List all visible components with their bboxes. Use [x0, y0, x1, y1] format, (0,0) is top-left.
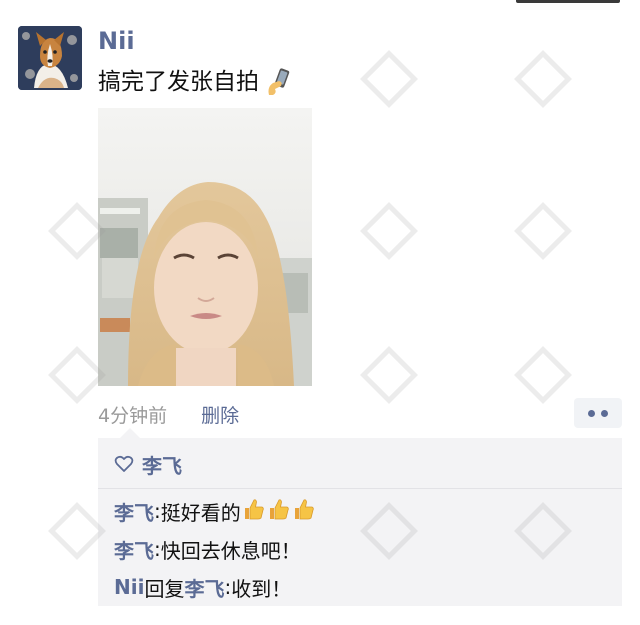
- more-dots-icon: [588, 409, 595, 417]
- post-text-row: 搞完了发张自拍: [98, 66, 293, 98]
- avatar[interactable]: [18, 26, 82, 90]
- heart-icon: [114, 455, 134, 472]
- comment-item[interactable]: Nii 回复 李飞 : 收到！: [114, 568, 612, 606]
- watermark-diamond-icon: [514, 50, 572, 108]
- comment-author[interactable]: Nii: [114, 575, 144, 599]
- liker-name[interactable]: 李飞: [142, 450, 182, 479]
- comment-text: 收到！: [231, 576, 292, 601]
- watermark-diamond-icon: [514, 346, 572, 404]
- comment-separator: :: [154, 499, 161, 523]
- selfie-photo-image: [98, 108, 312, 386]
- likes-row: 李飞: [114, 448, 182, 480]
- post-timestamp: 4分钟前: [98, 404, 168, 427]
- thumbs-up-emoji-icon: [294, 498, 314, 519]
- comment-author[interactable]: 李飞: [114, 497, 154, 526]
- comment-separator: :: [224, 575, 232, 599]
- comment-separator: :: [154, 537, 161, 561]
- comment-author[interactable]: 李飞: [114, 535, 154, 564]
- watermark-diamond-icon: [360, 202, 418, 260]
- thumbs-up-emoji-icon: [244, 498, 264, 519]
- likes-and-comments-panel: 李飞 李飞 : 挺好看的 李飞 : 快回去休息吧！ Nii 回复 李飞 : 收到…: [98, 428, 622, 606]
- post-meta-row: 4分钟前 删除: [98, 398, 622, 430]
- comment-text: 挺好看的: [160, 500, 241, 525]
- phone-selfie-emoji-icon: [268, 68, 290, 95]
- reply-target[interactable]: 李飞: [184, 573, 224, 602]
- thumbs-up-emoji-group: [241, 497, 316, 526]
- watermark-diamond-icon: [360, 50, 418, 108]
- likes-comments-divider: [98, 488, 622, 489]
- post-photo[interactable]: [98, 108, 312, 386]
- avatar-dog-image: [18, 26, 82, 90]
- comment-item[interactable]: 李飞 : 挺好看的: [114, 492, 612, 530]
- post-author-name[interactable]: Nii: [98, 26, 135, 56]
- reply-word: 回复: [144, 576, 185, 601]
- more-actions-button[interactable]: [574, 398, 622, 428]
- watermark-diamond-icon: [514, 202, 572, 260]
- delete-button[interactable]: 删除: [201, 401, 239, 428]
- watermark-diamond-icon: [360, 346, 418, 404]
- thumbs-up-emoji-icon: [269, 498, 289, 519]
- comment-text: 快回去休息吧！: [160, 538, 301, 563]
- comment-item[interactable]: 李飞 : 快回去休息吧！: [114, 530, 612, 568]
- comment-list: 李飞 : 挺好看的 李飞 : 快回去休息吧！ Nii 回复 李飞 : 收到！: [114, 492, 612, 606]
- post-text: 搞完了发张自拍: [98, 69, 259, 95]
- moments-post-page: Nii 搞完了发张自拍 4分钟前 删除 李飞 李飞: 挺好看的 李飞: 快回…: [0, 0, 640, 625]
- more-dots-icon: [601, 409, 608, 417]
- top-edge-element: [516, 0, 620, 3]
